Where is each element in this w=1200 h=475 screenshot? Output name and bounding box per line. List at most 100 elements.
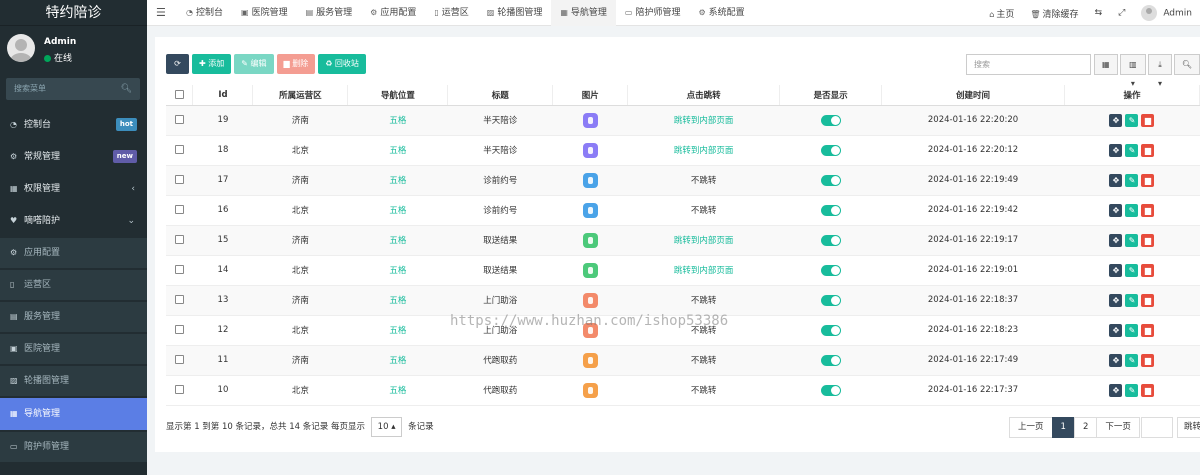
sidebar-item-caregiver[interactable]: ▭ 陪护师管理 <box>0 432 147 462</box>
tab-dashboard[interactable]: ◔ 控制台 <box>177 0 232 26</box>
drag-sort-button[interactable]: ✥ <box>1109 353 1123 367</box>
row-select[interactable] <box>166 165 193 196</box>
checkbox[interactable] <box>174 385 184 394</box>
cell-position[interactable]: 五格 <box>347 315 448 346</box>
row-select[interactable] <box>166 345 193 376</box>
thumbnail-icon[interactable] <box>582 382 598 398</box>
sidebar-item-service[interactable]: ▤ 服务管理 <box>0 302 147 332</box>
row-select[interactable] <box>166 255 193 286</box>
visible-toggle[interactable] <box>820 174 841 186</box>
fullscreen-icon[interactable]: ⤢ <box>1110 8 1133 18</box>
drag-sort-button[interactable]: ✥ <box>1109 323 1123 337</box>
drag-sort-button[interactable]: ✥ <box>1109 233 1123 247</box>
checkbox[interactable] <box>174 145 184 154</box>
page-size-select[interactable]: 10 ▴ <box>370 417 403 437</box>
header-title[interactable]: 标题 <box>447 85 554 106</box>
visible-toggle[interactable] <box>820 204 841 216</box>
drag-sort-button[interactable]: ✥ <box>1109 263 1123 277</box>
thumbnail-icon[interactable] <box>582 202 598 218</box>
header-jump[interactable]: 点击跳转 <box>627 85 781 106</box>
checkbox[interactable] <box>174 325 184 334</box>
add-button[interactable]: ✚ 添加 <box>192 54 232 74</box>
drag-sort-button[interactable]: ✥ <box>1109 293 1123 307</box>
refresh-button[interactable]: ⟳ <box>166 54 189 74</box>
sidebar-item-hospital[interactable]: ▣ 医院管理 <box>0 334 147 364</box>
cell-position[interactable]: 五格 <box>347 165 448 196</box>
row-select[interactable] <box>166 375 193 406</box>
checkbox[interactable] <box>174 295 184 304</box>
sidebar-item-dashboard[interactable]: ◔ 控制台 hot <box>0 110 147 140</box>
recycle-bin-button[interactable]: ♻ 回收站 <box>318 54 366 74</box>
menu-toggle-icon[interactable]: ☰ <box>156 0 166 26</box>
page-2-button[interactable]: 2 <box>1073 417 1098 438</box>
row-select[interactable] <box>166 225 193 256</box>
cell-position[interactable]: 五格 <box>347 375 448 406</box>
row-select[interactable] <box>166 315 193 346</box>
sidebar-item-dida[interactable]: ♥ 嘀嗒陪护 ⌄ <box>0 206 147 236</box>
thumbnail-icon[interactable] <box>582 292 598 308</box>
visible-toggle[interactable] <box>820 324 841 336</box>
tab-region[interactable]: ▯ 运营区 <box>425 0 477 26</box>
row-delete-button[interactable]: ▆ <box>1141 173 1155 187</box>
row-edit-button[interactable]: ✎ <box>1125 233 1139 247</box>
search-icon[interactable]: 🔍︎ <box>121 78 132 100</box>
brand-logo[interactable]: 特约陪诊 <box>0 0 147 26</box>
visible-toggle[interactable] <box>820 384 841 396</box>
visible-toggle[interactable] <box>820 114 841 126</box>
visible-toggle[interactable] <box>820 294 841 306</box>
sidebar-item-region[interactable]: ▯ 运营区 <box>0 270 147 300</box>
row-delete-button[interactable]: ▆ <box>1141 113 1155 127</box>
drag-sort-button[interactable]: ✥ <box>1109 203 1123 217</box>
row-delete-button[interactable]: ▆ <box>1141 233 1155 247</box>
row-edit-button[interactable]: ✎ <box>1125 173 1139 187</box>
thumbnail-icon[interactable] <box>582 112 598 128</box>
row-edit-button[interactable]: ✎ <box>1125 353 1139 367</box>
row-delete-button[interactable]: ▆ <box>1141 323 1155 337</box>
export-button[interactable]: ⤓ ▾ <box>1148 54 1172 88</box>
drag-sort-button[interactable]: ✥ <box>1109 383 1123 397</box>
sidebar-item-banner[interactable]: ▨ 轮播图管理 <box>0 366 147 396</box>
cell-position[interactable]: 五格 <box>347 255 448 286</box>
prev-page-button[interactable]: 上一页 <box>1009 417 1053 438</box>
checkbox[interactable] <box>174 265 184 274</box>
row-delete-button[interactable]: ▆ <box>1141 353 1155 367</box>
drag-sort-button[interactable]: ✥ <box>1109 143 1123 157</box>
cell-position[interactable]: 五格 <box>347 345 448 376</box>
cell-position[interactable]: 五格 <box>347 105 448 136</box>
row-edit-button[interactable]: ✎ <box>1125 203 1139 217</box>
header-image[interactable]: 图片 <box>552 85 629 106</box>
cell-position[interactable]: 五格 <box>347 195 448 226</box>
user-menu[interactable]: Admin <box>1133 5 1200 21</box>
cell-position[interactable]: 五格 <box>347 225 448 256</box>
tab-system-config[interactable]: ⚙ 系统配置 <box>690 0 754 26</box>
delete-button[interactable]: ▆ 删除 <box>276 54 316 74</box>
clear-cache-button[interactable]: 🗑︎ 清除缓存 <box>1022 7 1086 20</box>
visible-toggle[interactable] <box>820 144 841 156</box>
row-edit-button[interactable]: ✎ <box>1125 143 1139 157</box>
header-visible[interactable]: 是否显示 <box>779 85 883 106</box>
row-edit-button[interactable]: ✎ <box>1125 323 1139 337</box>
row-select[interactable] <box>166 135 193 166</box>
header-select-all[interactable] <box>166 85 194 106</box>
tab-hospital[interactable]: ▣ 医院管理 <box>232 0 297 26</box>
drag-sort-button[interactable]: ✥ <box>1109 173 1123 187</box>
visible-toggle[interactable] <box>820 264 841 276</box>
row-edit-button[interactable]: ✎ <box>1125 263 1139 277</box>
checkbox[interactable] <box>174 355 184 364</box>
next-page-button[interactable]: 下一页 <box>1096 417 1140 438</box>
row-delete-button[interactable]: ▆ <box>1141 203 1155 217</box>
header-area[interactable]: 所属运营区 <box>252 85 349 106</box>
table-search-input[interactable]: 搜索 <box>966 54 1091 75</box>
page-1-button[interactable]: 1 <box>1051 417 1075 438</box>
toggle-view-button[interactable]: ▦ <box>1094 54 1118 75</box>
row-edit-button[interactable]: ✎ <box>1125 113 1139 127</box>
checkbox[interactable] <box>174 175 184 184</box>
home-link[interactable]: ⌂ 主页 <box>981 7 1022 20</box>
row-select[interactable] <box>166 105 193 136</box>
row-edit-button[interactable]: ✎ <box>1125 383 1139 397</box>
checkbox[interactable] <box>174 115 184 124</box>
thumbnail-icon[interactable] <box>582 352 598 368</box>
drag-sort-button[interactable]: ✥ <box>1109 113 1123 127</box>
edit-button[interactable]: ✎ 编辑 <box>234 54 274 74</box>
row-delete-button[interactable]: ▆ <box>1141 293 1155 307</box>
